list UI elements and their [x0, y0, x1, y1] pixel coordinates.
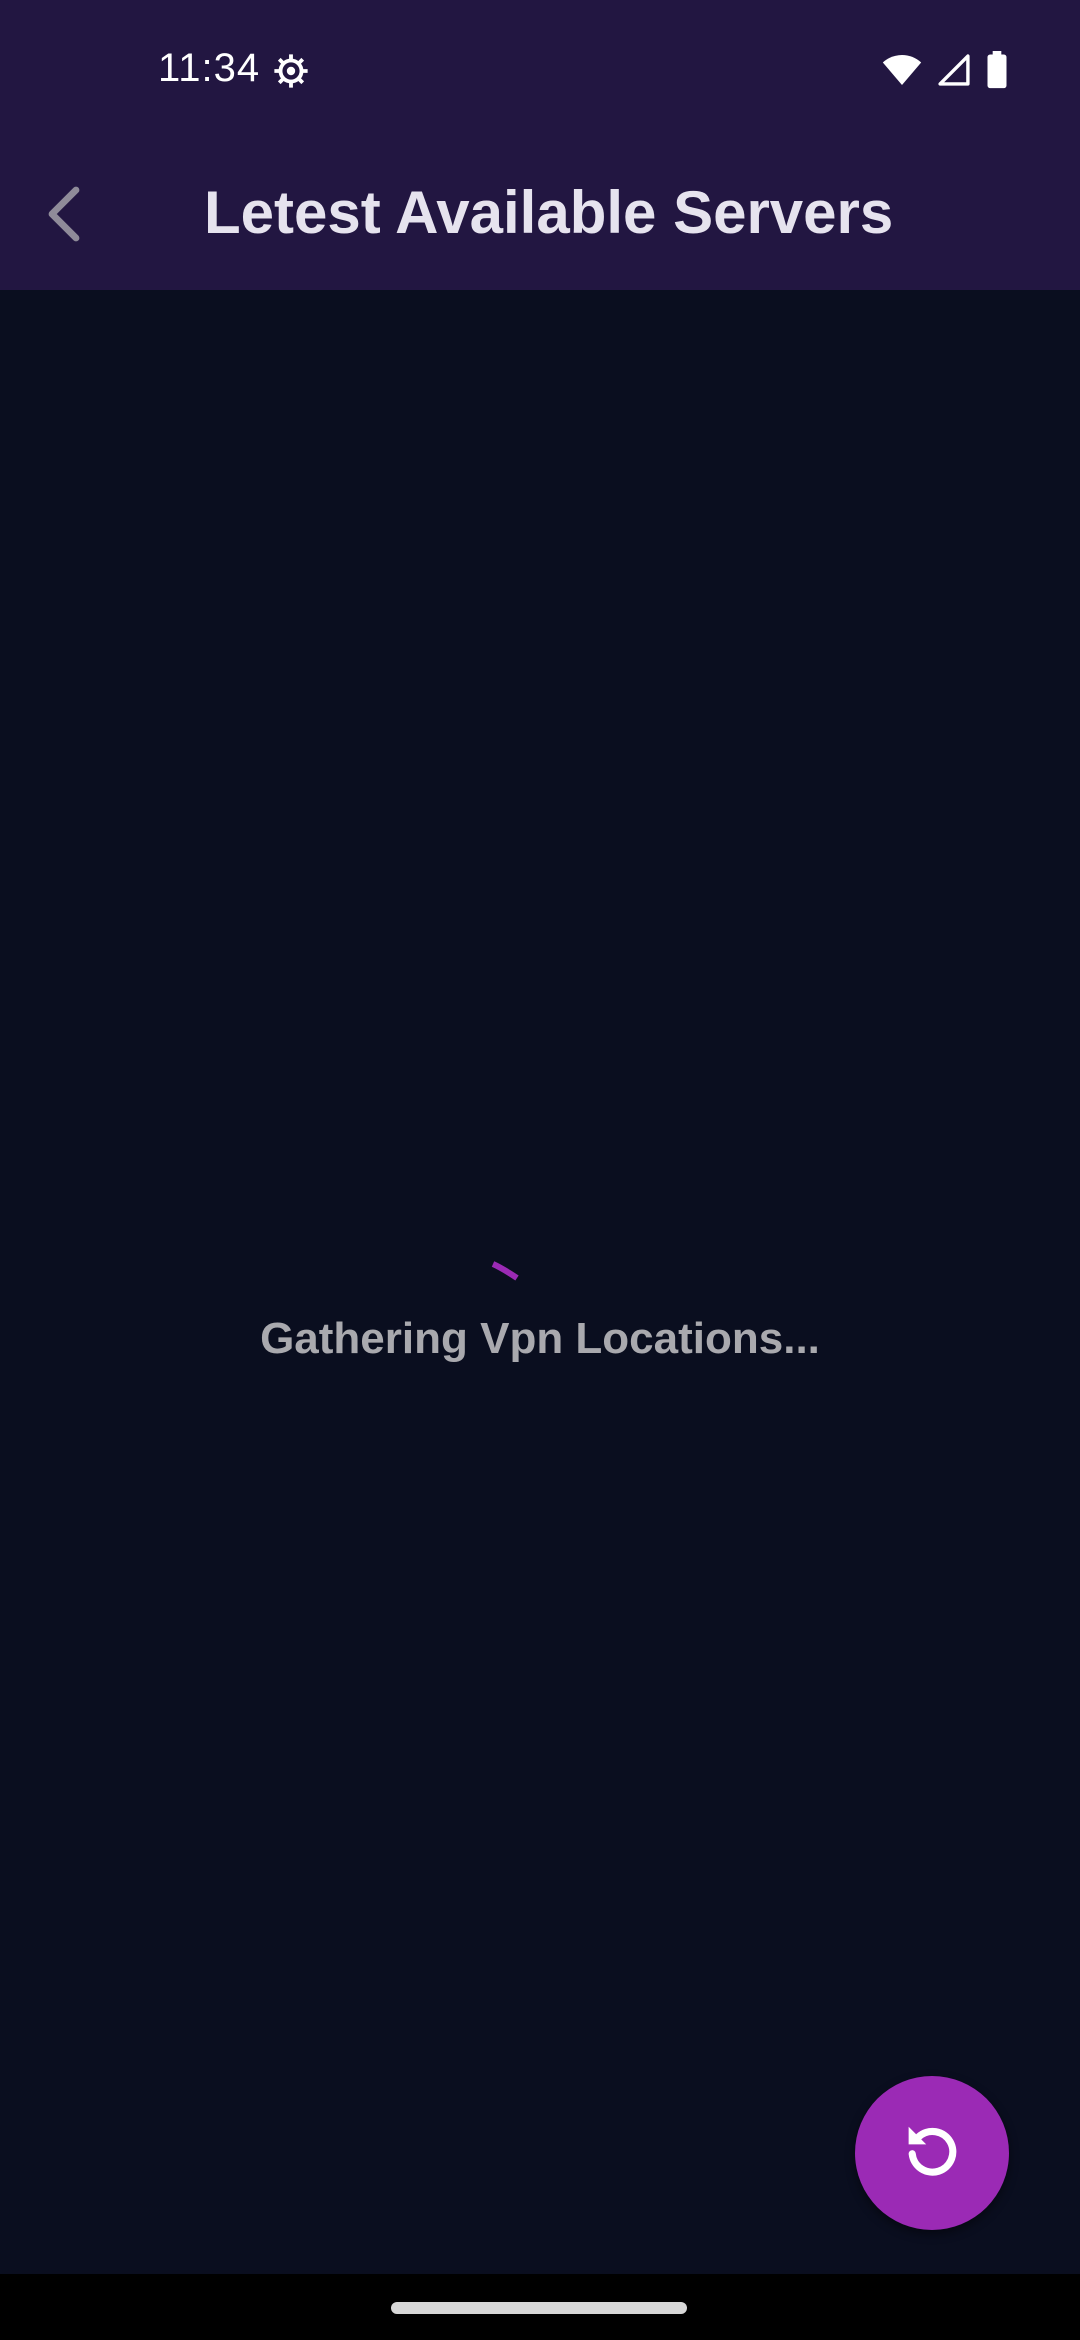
chevron-left-icon: [44, 184, 84, 249]
refresh-icon: [899, 2118, 965, 2189]
status-icons: [882, 50, 1008, 94]
wifi-icon: [882, 53, 922, 92]
refresh-button[interactable]: [855, 2076, 1009, 2230]
status-bar: 11:34: [0, 0, 1080, 142]
loading-text: Gathering Vpn Locations...: [260, 1314, 820, 1363]
signal-icon: [936, 53, 972, 92]
status-time: 11:34: [158, 46, 261, 90]
gear-icon: [270, 50, 312, 92]
app-bar: Letest Available Servers: [0, 142, 1080, 290]
navigation-bar: [0, 2274, 1080, 2340]
home-handle[interactable]: [391, 2302, 687, 2314]
page-title: Letest Available Servers: [204, 179, 894, 246]
server-list-area: [0, 290, 1080, 2274]
loading-spinner: [490, 1260, 520, 1290]
battery-icon: [986, 50, 1008, 94]
back-button[interactable]: [24, 176, 104, 256]
